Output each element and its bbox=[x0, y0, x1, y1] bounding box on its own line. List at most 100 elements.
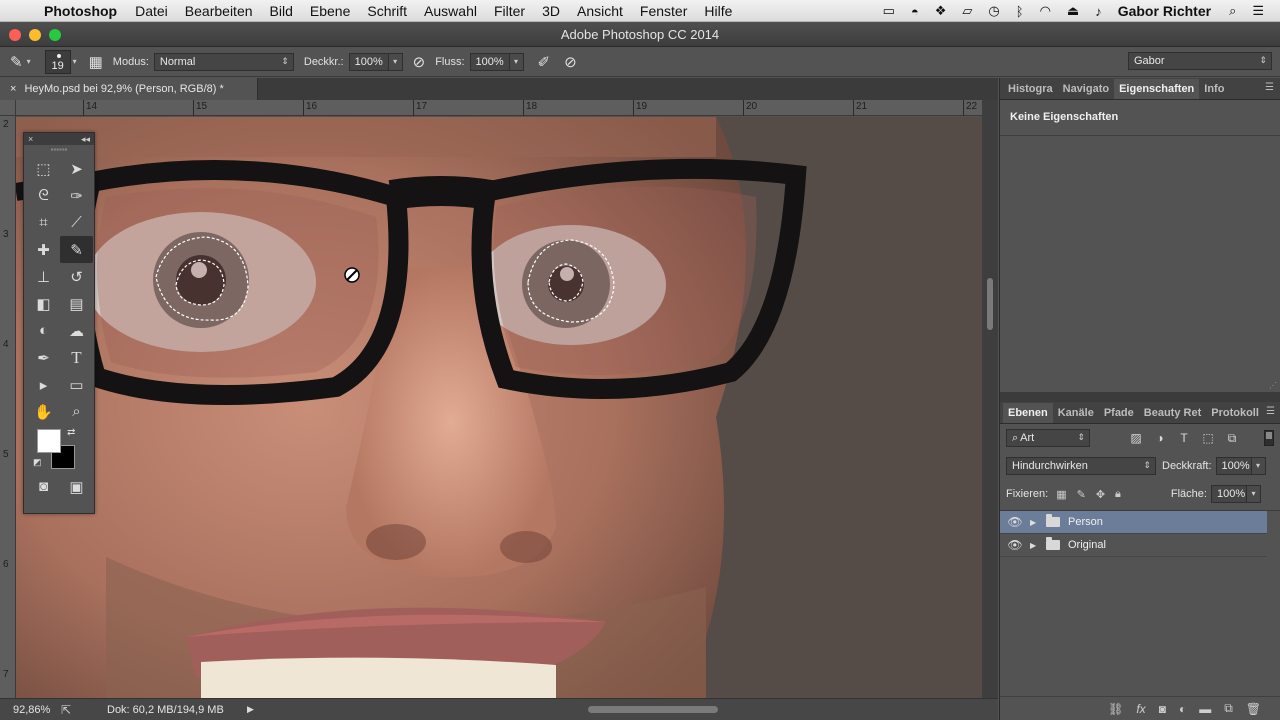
layer-opacity-dropdown-icon[interactable]: ▾ bbox=[1251, 457, 1266, 475]
brush-picker-dropdown-icon[interactable]: ▾ bbox=[73, 57, 77, 66]
new-layer-icon[interactable]: ⧉ bbox=[1224, 701, 1233, 716]
menu-datei[interactable]: Datei bbox=[135, 3, 168, 19]
brush-tool-preset-icon[interactable]: ✎ bbox=[10, 53, 23, 71]
bluetooth-icon[interactable]: ᛒ bbox=[1016, 4, 1024, 19]
zoom-tool-icon[interactable]: ⌕ bbox=[60, 398, 93, 425]
opacity-input[interactable]: 100% bbox=[348, 52, 389, 71]
brush-size-picker[interactable]: 19 bbox=[44, 49, 71, 74]
fill-input[interactable]: 100% bbox=[1210, 485, 1247, 503]
layer-filter-select[interactable]: ⌕ Art ⇕ bbox=[1006, 429, 1090, 447]
notification-center-icon[interactable]: ☰ bbox=[1252, 3, 1264, 19]
layer-row-original[interactable]: 👁︎ ▶ Original bbox=[1000, 534, 1267, 557]
add-layer-mask-icon[interactable]: ◙ bbox=[1159, 702, 1166, 716]
horizontal-scroll-thumb[interactable] bbox=[588, 706, 718, 713]
filter-smart-objects-icon[interactable]: ⧉ bbox=[1220, 431, 1244, 446]
export-icon[interactable]: ⇱ bbox=[61, 703, 89, 717]
blend-mode-select[interactable]: Hindurchwirken ⇕ bbox=[1006, 457, 1156, 475]
quick-mask-icon[interactable]: ◙ bbox=[27, 473, 60, 500]
ruler-origin[interactable] bbox=[0, 100, 16, 116]
hat-icon[interactable]: ◓ bbox=[911, 4, 919, 19]
tab-paths[interactable]: Pfade bbox=[1099, 403, 1139, 423]
menu-bearbeiten[interactable]: Bearbeiten bbox=[185, 3, 253, 19]
link-layers-icon[interactable]: ⛓ bbox=[1108, 702, 1123, 716]
tab-history[interactable]: Protokoll bbox=[1206, 403, 1264, 423]
adjustment-layer-icon[interactable]: ◐ bbox=[1179, 702, 1186, 716]
lasso-tool-icon[interactable]: ᘓ bbox=[27, 182, 60, 209]
menu-ebene[interactable]: Ebene bbox=[310, 3, 350, 19]
document-tab[interactable]: × HeyMo.psd bei 92,9% (Person, RGB/8) * bbox=[0, 78, 258, 100]
tab-layers[interactable]: Ebenen bbox=[1003, 403, 1053, 423]
tab-properties[interactable]: Eigenschaften bbox=[1114, 79, 1200, 99]
vertical-scroll-thumb[interactable] bbox=[987, 278, 993, 330]
layer-visibility-eye-icon[interactable]: 👁︎ bbox=[1000, 515, 1030, 529]
tab-info[interactable]: Info bbox=[1199, 79, 1229, 99]
foreground-color-swatch[interactable] bbox=[37, 429, 61, 453]
volume-icon[interactable]: ♪ bbox=[1095, 4, 1102, 19]
layer-row-person[interactable]: 👁︎ ▶ Person bbox=[1000, 511, 1267, 534]
menu-bild[interactable]: Bild bbox=[270, 3, 293, 19]
layer-visibility-eye-icon[interactable]: 👁︎ bbox=[1000, 538, 1030, 552]
close-document-icon[interactable]: × bbox=[10, 83, 16, 95]
default-colors-icon[interactable]: ◩ bbox=[33, 457, 42, 468]
pressure-size-icon[interactable]: ⊘ bbox=[564, 53, 577, 71]
user-name[interactable]: Gabor Richter bbox=[1118, 3, 1211, 19]
eject-icon[interactable]: ⏏ bbox=[1067, 3, 1079, 19]
brush-panel-toggle-icon[interactable]: ▦ bbox=[89, 53, 103, 71]
tab-channels[interactable]: Kanäle bbox=[1053, 403, 1099, 423]
tab-histogram[interactable]: Histogra bbox=[1003, 79, 1058, 99]
opacity-dropdown-icon[interactable]: ▾ bbox=[388, 52, 403, 71]
eyedropper-tool-icon[interactable]: ⟋ bbox=[60, 209, 93, 236]
display-icon[interactable]: ▭ bbox=[883, 3, 895, 19]
rectangle-tool-icon[interactable]: ▭ bbox=[60, 371, 93, 398]
flow-dropdown-icon[interactable]: ▾ bbox=[509, 52, 524, 71]
expand-group-icon[interactable]: ▶ bbox=[1030, 541, 1042, 550]
screen-mode-icon[interactable]: ▣ bbox=[60, 473, 93, 500]
menu-schrift[interactable]: Schrift bbox=[367, 3, 407, 19]
lock-position-icon[interactable]: ✥ bbox=[1096, 488, 1105, 501]
marquee-tool-icon[interactable]: ⬚ bbox=[27, 155, 60, 182]
crop-tool-icon[interactable]: ⌗ bbox=[27, 209, 60, 236]
layer-style-fx-icon[interactable]: fx bbox=[1136, 702, 1145, 716]
swap-colors-icon[interactable]: ⇄ bbox=[67, 427, 75, 438]
new-group-icon[interactable]: ▬ bbox=[1199, 702, 1211, 716]
flow-input[interactable]: 100% bbox=[469, 52, 510, 71]
path-selection-tool-icon[interactable]: ▸ bbox=[27, 371, 60, 398]
dropbox-icon[interactable]: ❖ bbox=[935, 3, 947, 19]
brush-tool-icon[interactable]: ✎ bbox=[60, 236, 93, 263]
tool-preset-dropdown-icon[interactable]: ▾ bbox=[27, 57, 31, 66]
horizontal-ruler[interactable]: 14 15 16 17 18 19 20 21 22 bbox=[16, 100, 982, 116]
menu-fenster[interactable]: Fenster bbox=[640, 3, 687, 19]
menu-app-photoshop[interactable]: Photoshop bbox=[44, 3, 117, 19]
eraser-tool-icon[interactable]: ◧ bbox=[27, 290, 60, 317]
mode-select[interactable]: Normal ⇕ bbox=[153, 52, 294, 71]
tools-panel-header[interactable]: × ◂◂ bbox=[24, 133, 94, 145]
menu-ansicht[interactable]: Ansicht bbox=[577, 3, 623, 19]
pressure-opacity-icon[interactable]: ⊘ bbox=[413, 53, 426, 71]
collapse-tools-icon[interactable]: ◂◂ bbox=[81, 134, 90, 145]
history-brush-tool-icon[interactable]: ↺ bbox=[60, 263, 93, 290]
fill-dropdown-icon[interactable]: ▾ bbox=[1246, 485, 1261, 503]
canvas-vertical-scrollbar[interactable] bbox=[982, 100, 998, 698]
clone-stamp-tool-icon[interactable]: ⊥ bbox=[27, 263, 60, 290]
panel-resize-handle-icon[interactable]: ⋰ bbox=[1269, 381, 1277, 390]
hand-tool-icon[interactable]: ✋ bbox=[27, 398, 60, 425]
filter-shape-layers-icon[interactable]: ⬚ bbox=[1196, 431, 1220, 446]
menu-auswahl[interactable]: Auswahl bbox=[424, 3, 477, 19]
tools-grip[interactable]: ▪▪▪▪▪▪ bbox=[24, 145, 94, 155]
airplay-icon[interactable]: ▱ bbox=[962, 3, 972, 19]
blur-tool-icon[interactable]: ☁ bbox=[60, 317, 93, 344]
zoom-level[interactable]: 92,86% bbox=[13, 704, 61, 716]
layer-opacity-input[interactable]: 100% bbox=[1215, 457, 1252, 475]
lock-image-icon[interactable]: ✎ bbox=[1077, 488, 1086, 501]
filter-adjustment-layers-icon[interactable]: ◑ bbox=[1148, 431, 1172, 446]
expand-group-icon[interactable]: ▶ bbox=[1030, 518, 1042, 527]
healing-brush-tool-icon[interactable]: ✚ bbox=[27, 236, 60, 263]
type-tool-icon[interactable]: T bbox=[60, 344, 93, 371]
vertical-ruler[interactable]: 2 3 4 5 6 7 bbox=[0, 116, 16, 698]
move-tool-icon[interactable]: ➤ bbox=[60, 155, 93, 182]
gradient-tool-icon[interactable]: ▤ bbox=[60, 290, 93, 317]
layers-panel-menu-icon[interactable]: ☰ bbox=[1266, 406, 1275, 417]
status-menu-arrow-icon[interactable]: ▶ bbox=[247, 704, 254, 715]
wifi-icon[interactable]: ◠ bbox=[1040, 3, 1051, 19]
tab-navigator[interactable]: Navigato bbox=[1058, 79, 1114, 99]
